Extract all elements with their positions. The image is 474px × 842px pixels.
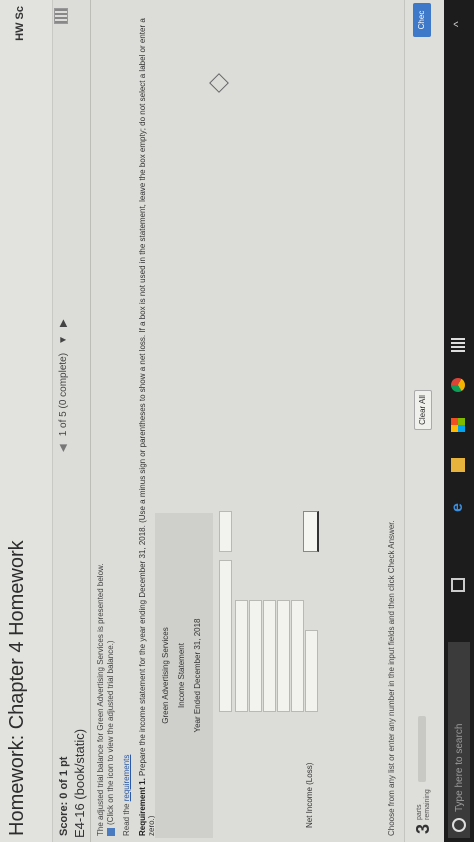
company-name: Green Advertising Services: [161, 627, 170, 724]
instructions-text: Choose from any list or enter any number…: [387, 520, 396, 836]
requirement-label: Requirement 1.: [138, 778, 147, 836]
menu-grid-icon[interactable]: [54, 8, 68, 24]
statement-row: [235, 513, 248, 838]
parts-label: parts: [415, 804, 423, 820]
statement-row: [249, 513, 262, 838]
footer-bar: 3 parts remaining Clear All Chec: [404, 0, 445, 842]
calculator-icon[interactable]: [451, 338, 465, 352]
parts-remaining: 3 parts remaining: [413, 789, 434, 834]
next-question-icon[interactable]: ▶: [58, 319, 69, 327]
check-answer-button[interactable]: Chec: [413, 3, 431, 37]
page-title: Homework: Chapter 4 Homework: [6, 540, 28, 836]
account-select[interactable]: [263, 600, 276, 712]
divider: [90, 0, 91, 842]
income-statement: Green Advertising Services Income Statem…: [155, 511, 320, 838]
taskbar-search[interactable]: Type here to search: [448, 642, 470, 838]
edge-icon[interactable]: e: [449, 498, 466, 512]
clear-all-button[interactable]: Clear All: [414, 390, 432, 430]
account-select[interactable]: [249, 600, 262, 712]
intro-text: The adjusted trial balance for Green Adv…: [96, 563, 105, 836]
requirements-link[interactable]: requirements: [122, 755, 131, 802]
chevron-up-icon[interactable]: ^: [451, 13, 465, 27]
remaining-label: remaining: [423, 789, 431, 820]
question-navigator: ◀ 1 of 5 (0 complete) ▼ ▶: [58, 319, 69, 452]
task-view-icon[interactable]: [451, 578, 465, 592]
screen: Homework: Chapter 4 Homework HW Sc Score…: [0, 0, 474, 842]
amount-input[interactable]: [219, 511, 232, 552]
trial-balance-link[interactable]: (Click on the icon to view the adjusted …: [106, 640, 115, 836]
question-title: E4-16 (book/static): [72, 728, 87, 838]
chevron-down-icon[interactable]: ▼: [58, 335, 69, 345]
account-select[interactable]: [291, 600, 304, 712]
cursor-icon: [209, 73, 229, 93]
progress-bar: [418, 716, 426, 782]
account-select[interactable]: [219, 560, 232, 712]
statement-title: Income Statement: [177, 643, 186, 708]
parts-text: parts remaining: [416, 789, 432, 820]
question-progress-text: 1 of 5 (0 complete): [58, 352, 69, 437]
statement-period: Year Ended December 31, 2018: [193, 618, 202, 733]
requirement-body: Prepare the income statement for the yea…: [138, 18, 156, 836]
net-income-row: Net Income (Loss): [303, 511, 319, 838]
parts-count: 3: [413, 823, 433, 834]
statement-row: [291, 513, 304, 838]
statement-row: [263, 513, 276, 838]
cortana-icon[interactable]: [452, 818, 466, 832]
statement-header: Green Advertising Services Income Statem…: [155, 513, 213, 838]
question-score: Score: 0 of 1 pt: [58, 756, 70, 836]
taskbar: Type here to search e ^: [444, 0, 474, 842]
hw-score-label: HW Sc: [14, 6, 26, 41]
chrome-icon[interactable]: [451, 378, 465, 392]
search-placeholder: Type here to search: [453, 723, 465, 812]
read-requirements: Read the requirements: [122, 755, 131, 836]
account-select[interactable]: [277, 600, 290, 712]
net-income-input[interactable]: [303, 511, 319, 552]
store-icon[interactable]: [451, 418, 465, 432]
header-bar: Homework: Chapter 4 Homework HW Sc: [0, 0, 53, 842]
trial-balance-text: (Click on the icon to view the adjusted …: [106, 640, 115, 825]
statement-row: [219, 511, 232, 838]
table-icon[interactable]: [106, 828, 115, 836]
read-prefix: Read the: [122, 803, 131, 836]
net-income-label: Net Income (Loss): [305, 762, 314, 828]
requirement-text: Requirement 1. Prepare the income statem…: [138, 6, 156, 836]
prev-question-icon[interactable]: ◀: [58, 444, 69, 452]
file-explorer-icon[interactable]: [451, 458, 465, 472]
account-select[interactable]: [235, 600, 248, 712]
statement-row: [277, 513, 290, 838]
